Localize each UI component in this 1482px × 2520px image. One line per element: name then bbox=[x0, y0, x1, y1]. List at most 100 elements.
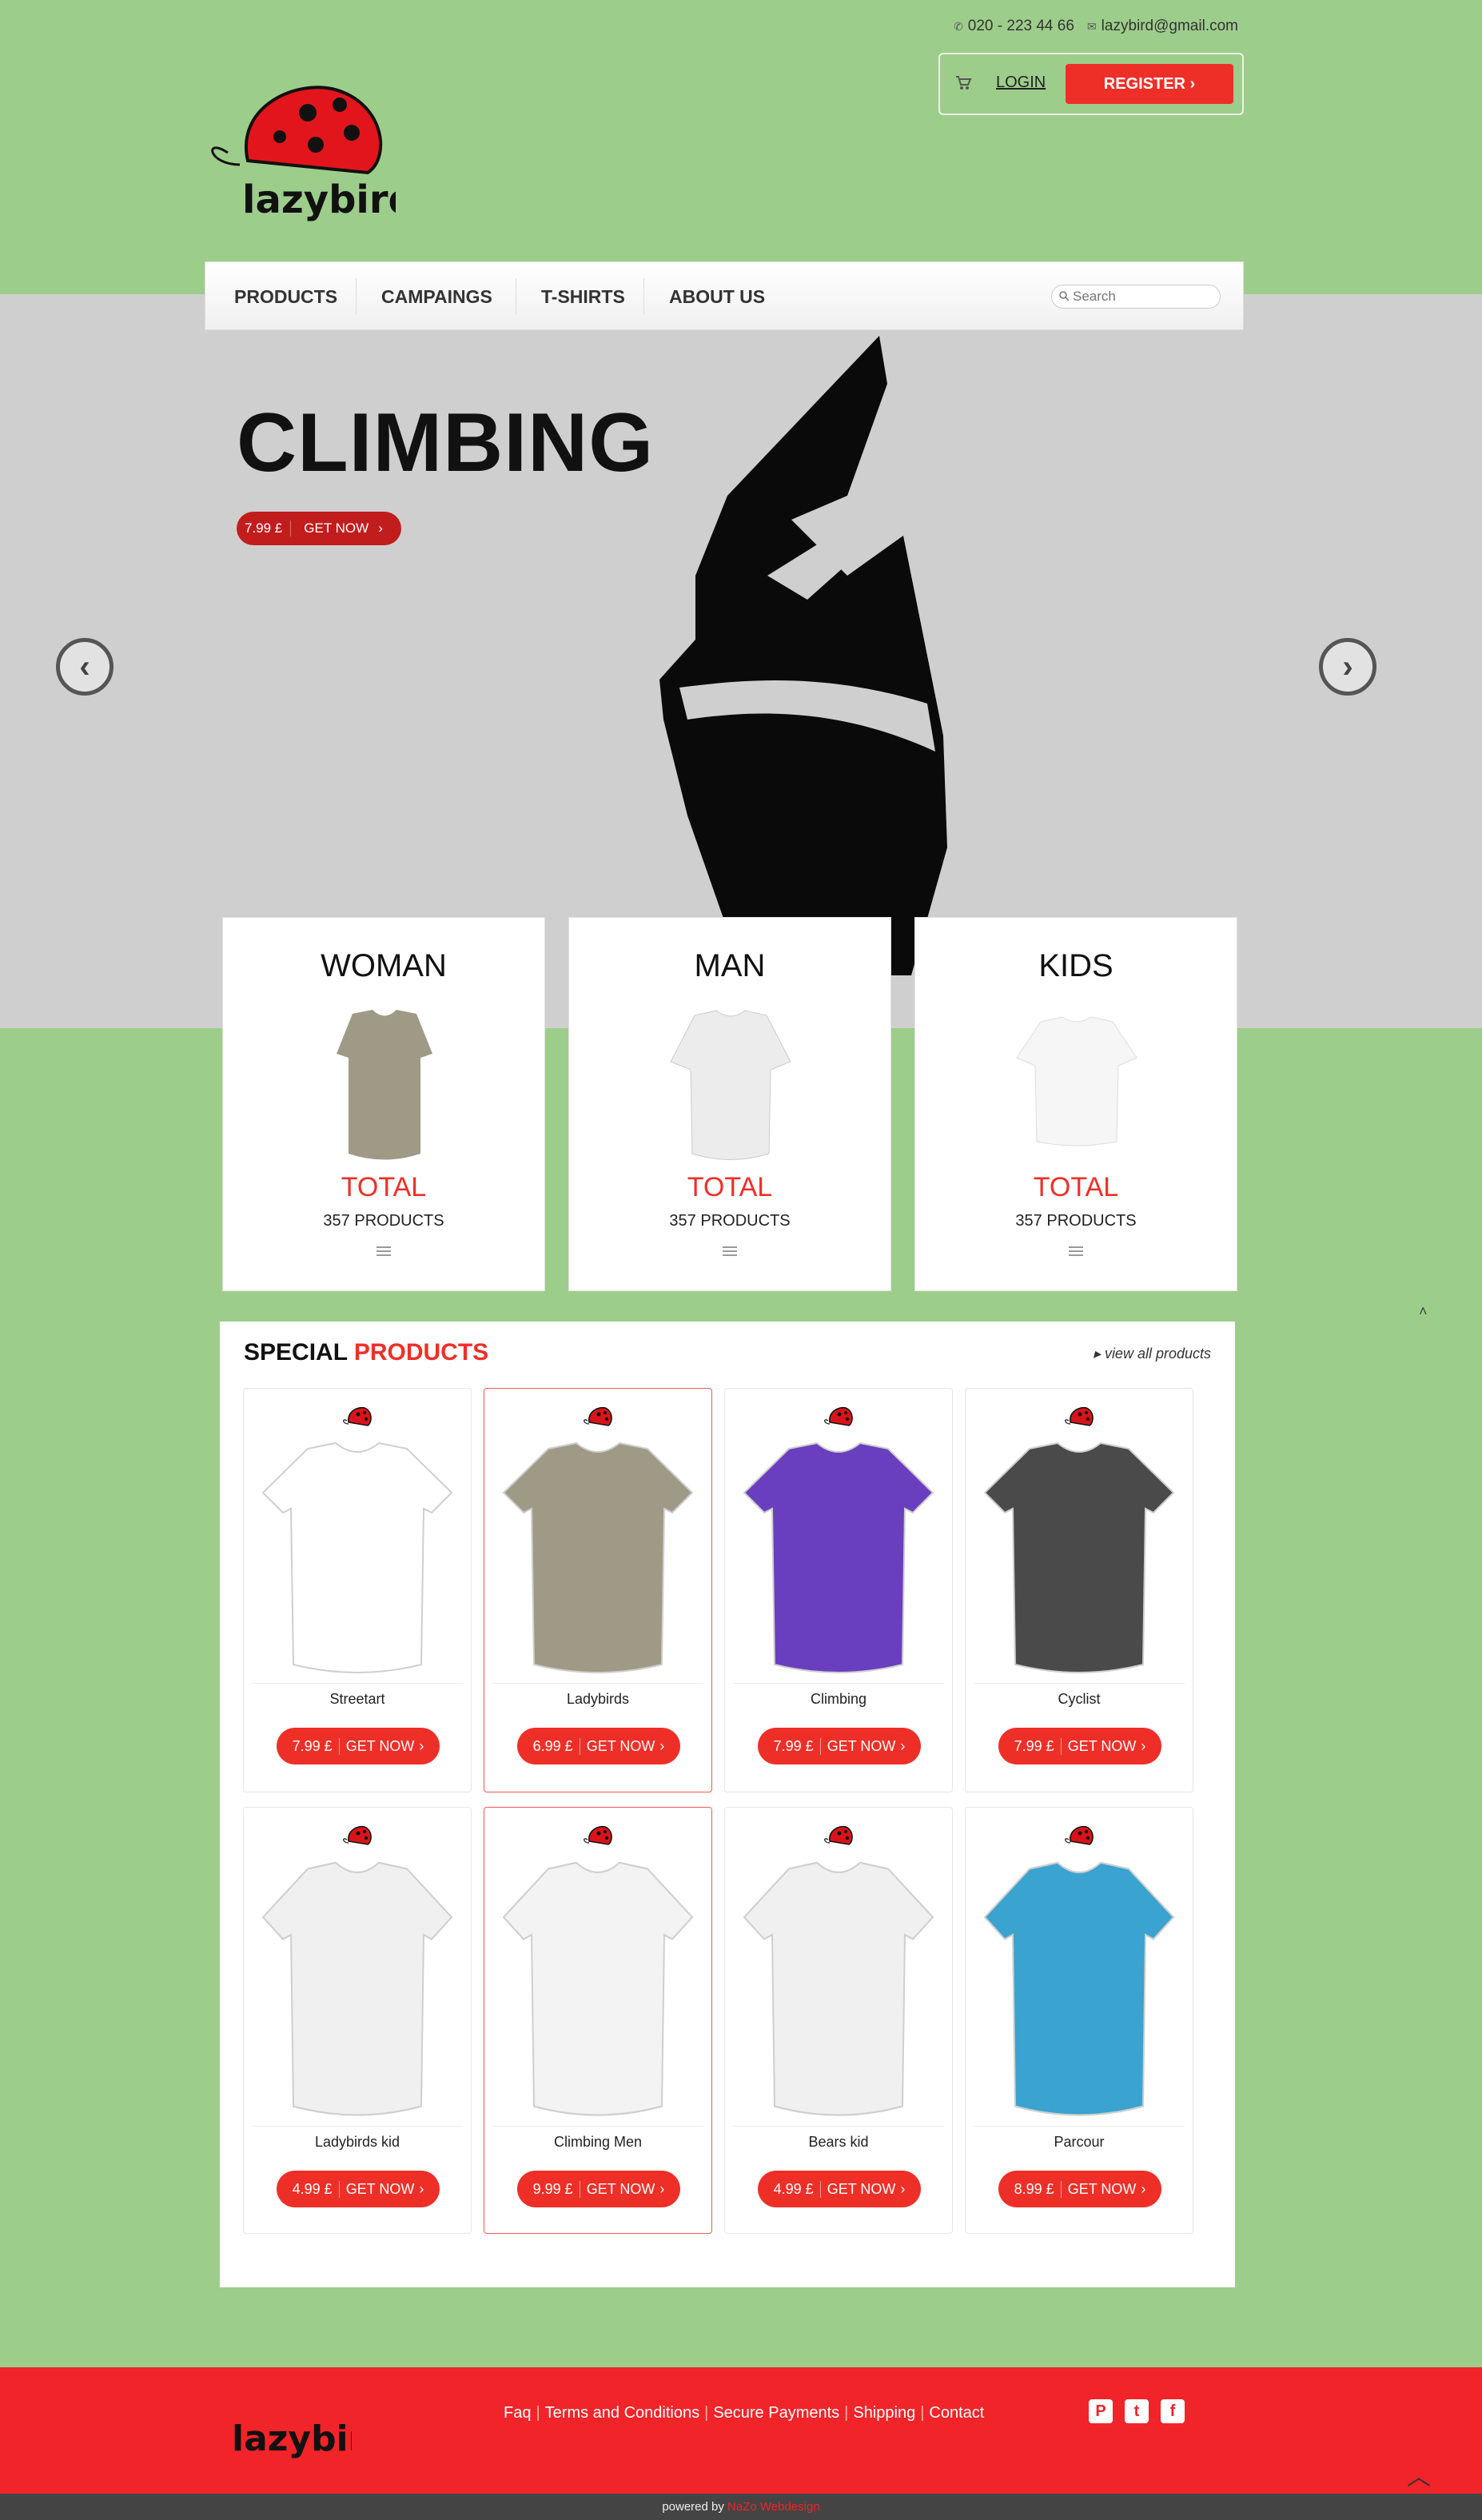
chevron-right-icon: › bbox=[1141, 1737, 1146, 1754]
pinterest-icon[interactable]: P bbox=[1089, 2399, 1113, 2423]
buy-cta: GET NOW bbox=[586, 1737, 655, 1754]
scroll-up-icon[interactable]: ˄ bbox=[1419, 1303, 1428, 1320]
nav-products[interactable]: PRODUCTS bbox=[234, 262, 337, 331]
tshirt-image bbox=[337, 1010, 432, 1160]
product-card[interactable]: Climbing Men 9.99 £ GET NOW › bbox=[484, 1807, 712, 2234]
chevron-right-icon: › bbox=[419, 1737, 424, 1754]
product-name[interactable]: Climbing Men bbox=[484, 2134, 711, 2151]
product-name[interactable]: Ladybirds bbox=[484, 1691, 711, 1708]
email[interactable]: ✉ lazybird@gmail.com bbox=[1087, 18, 1238, 35]
hero-title: CLIMBING bbox=[237, 397, 655, 489]
category-total-label: TOTAL bbox=[1033, 1172, 1119, 1202]
phone-icon: ✆ bbox=[954, 20, 963, 33]
slider-next-button[interactable]: › bbox=[1319, 638, 1376, 696]
category-man[interactable]: MAN TOTAL 357 PRODUCTS bbox=[568, 917, 891, 1291]
footer: lazybird Faq| Terms and Conditions| Secu… bbox=[0, 2367, 1482, 2494]
footer-logo[interactable]: lazybird bbox=[232, 2410, 352, 2466]
product-price: 4.99 £ bbox=[774, 2180, 821, 2198]
category-count: 357 PRODUCTS bbox=[1015, 1212, 1137, 1230]
search-box[interactable] bbox=[1051, 285, 1221, 309]
product-name[interactable]: Streetart bbox=[244, 1691, 471, 1708]
footer-link-shipping[interactable]: Shipping bbox=[848, 2404, 920, 2422]
view-all-link[interactable]: ▸ view all products bbox=[1094, 1346, 1211, 1362]
powered-by-bar: powered by NaZo Webdesign bbox=[0, 2494, 1482, 2520]
product-card[interactable]: Ladybirds kid 4.99 £ GET NOW › bbox=[243, 1807, 472, 2234]
register-button[interactable]: REGISTER › bbox=[1066, 64, 1233, 104]
product-name[interactable]: Bears kid bbox=[725, 2134, 952, 2151]
product-image[interactable] bbox=[974, 1437, 1185, 1677]
footer-link-faq[interactable]: Faq bbox=[499, 2404, 536, 2422]
svg-text:lazybird: lazybird bbox=[242, 177, 396, 222]
product-image[interactable] bbox=[252, 1856, 463, 2119]
caret-right-icon: ▸ bbox=[1093, 1346, 1105, 1362]
slider-prev-button[interactable]: ‹ bbox=[56, 638, 114, 696]
footer-link-terms[interactable]: Terms and Conditions bbox=[540, 2404, 704, 2422]
search-input[interactable] bbox=[1073, 288, 1213, 305]
product-card[interactable]: Parcour 8.99 £ GET NOW › bbox=[965, 1807, 1193, 2234]
menu-icon[interactable] bbox=[376, 1246, 391, 1257]
hero-buy-button[interactable]: 7.99 £ GET NOW › bbox=[237, 512, 401, 545]
lazybird-logo[interactable]: lazybird bbox=[204, 77, 396, 232]
buy-button[interactable]: 4.99 £ GET NOW › bbox=[758, 2171, 921, 2207]
product-card[interactable]: Streetart 7.99 £ GET NOW › bbox=[243, 1388, 472, 1792]
product-image[interactable] bbox=[733, 1437, 944, 1677]
ladybug-icon bbox=[1065, 1406, 1094, 1426]
category-woman[interactable]: WOMAN TOTAL 357 PRODUCTS bbox=[222, 917, 545, 1291]
nav-tshirts[interactable]: T-SHIRTS bbox=[541, 262, 625, 331]
buy-button[interactable]: 6.99 £ GET NOW › bbox=[517, 1728, 680, 1764]
buy-button[interactable]: 9.99 £ GET NOW › bbox=[517, 2171, 680, 2207]
product-image[interactable] bbox=[492, 1856, 703, 2119]
menu-icon[interactable] bbox=[1069, 1246, 1083, 1257]
phone: ✆ 020 - 223 44 66 bbox=[954, 18, 1074, 34]
chevron-right-icon: › bbox=[900, 2180, 906, 2197]
climber-illustration bbox=[659, 336, 947, 975]
category-count: 357 PRODUCTS bbox=[669, 1212, 791, 1230]
product-price: 6.99 £ bbox=[533, 1737, 580, 1755]
category-name: MAN bbox=[694, 948, 766, 983]
cart-icon[interactable] bbox=[954, 74, 972, 91]
footer-link-payments[interactable]: Secure Payments bbox=[708, 2404, 844, 2422]
svg-text:lazybird: lazybird bbox=[232, 2418, 352, 2459]
footer-link-contact[interactable]: Contact bbox=[924, 2404, 989, 2422]
mail-icon: ✉ bbox=[1086, 20, 1097, 33]
buy-button[interactable]: 7.99 £ GET NOW › bbox=[758, 1728, 921, 1764]
product-card[interactable]: Ladybirds 6.99 £ GET NOW › bbox=[484, 1388, 712, 1792]
auth-box: LOGIN REGISTER › bbox=[938, 53, 1244, 115]
product-name[interactable]: Climbing bbox=[725, 1691, 952, 1708]
product-image[interactable] bbox=[492, 1437, 703, 1677]
buy-button[interactable]: 7.99 £ GET NOW › bbox=[998, 1728, 1161, 1764]
menu-icon[interactable] bbox=[723, 1246, 737, 1257]
category-name: KIDS bbox=[1038, 948, 1113, 983]
nav-about-us[interactable]: ABOUT US bbox=[669, 262, 765, 331]
nav-campaings[interactable]: CAMPAINGS bbox=[381, 262, 492, 331]
ladybug-icon bbox=[1065, 1825, 1094, 1845]
buy-button[interactable]: 4.99 £ GET NOW › bbox=[277, 2171, 440, 2207]
back-to-top-icon[interactable]: ︿ bbox=[1407, 2457, 1431, 2492]
chevron-left-icon: ‹ bbox=[79, 648, 90, 684]
product-name[interactable]: Ladybirds kid bbox=[244, 2134, 471, 2151]
tshirt-image bbox=[1016, 1016, 1137, 1146]
buy-cta: GET NOW bbox=[345, 2180, 415, 2197]
product-image[interactable] bbox=[974, 1856, 1185, 2119]
search-icon bbox=[1059, 291, 1070, 301]
twitter-icon[interactable]: t bbox=[1125, 2399, 1149, 2423]
buy-cta: GET NOW bbox=[827, 2180, 896, 2197]
category-kids[interactable]: KIDS TOTAL 357 PRODUCTS bbox=[914, 917, 1237, 1291]
buy-button[interactable]: 8.99 £ GET NOW › bbox=[998, 2171, 1161, 2207]
buy-button[interactable]: 7.99 £ GET NOW › bbox=[277, 1728, 440, 1764]
product-card[interactable]: Climbing 7.99 £ GET NOW › bbox=[724, 1388, 953, 1792]
product-name[interactable]: Parcour bbox=[966, 2134, 1193, 2151]
ladybug-icon bbox=[343, 1825, 372, 1845]
login-link[interactable]: LOGIN bbox=[996, 74, 1046, 92]
divider bbox=[974, 1683, 1185, 1684]
main-nav: PRODUCTS CAMPAINGS T-SHIRTS ABOUT US bbox=[205, 261, 1244, 330]
product-name[interactable]: Cyclist bbox=[966, 1691, 1193, 1708]
product-card[interactable]: Bears kid 4.99 £ GET NOW › bbox=[724, 1807, 953, 2234]
product-image[interactable] bbox=[252, 1437, 463, 1677]
chevron-right-icon: › bbox=[1342, 648, 1353, 684]
product-image[interactable] bbox=[733, 1856, 944, 2119]
facebook-icon[interactable]: f bbox=[1161, 2399, 1185, 2423]
ladybug-icon bbox=[824, 1406, 853, 1426]
product-card[interactable]: Cyclist 7.99 £ GET NOW › bbox=[965, 1388, 1193, 1792]
product-price: 7.99 £ bbox=[1014, 1737, 1062, 1755]
